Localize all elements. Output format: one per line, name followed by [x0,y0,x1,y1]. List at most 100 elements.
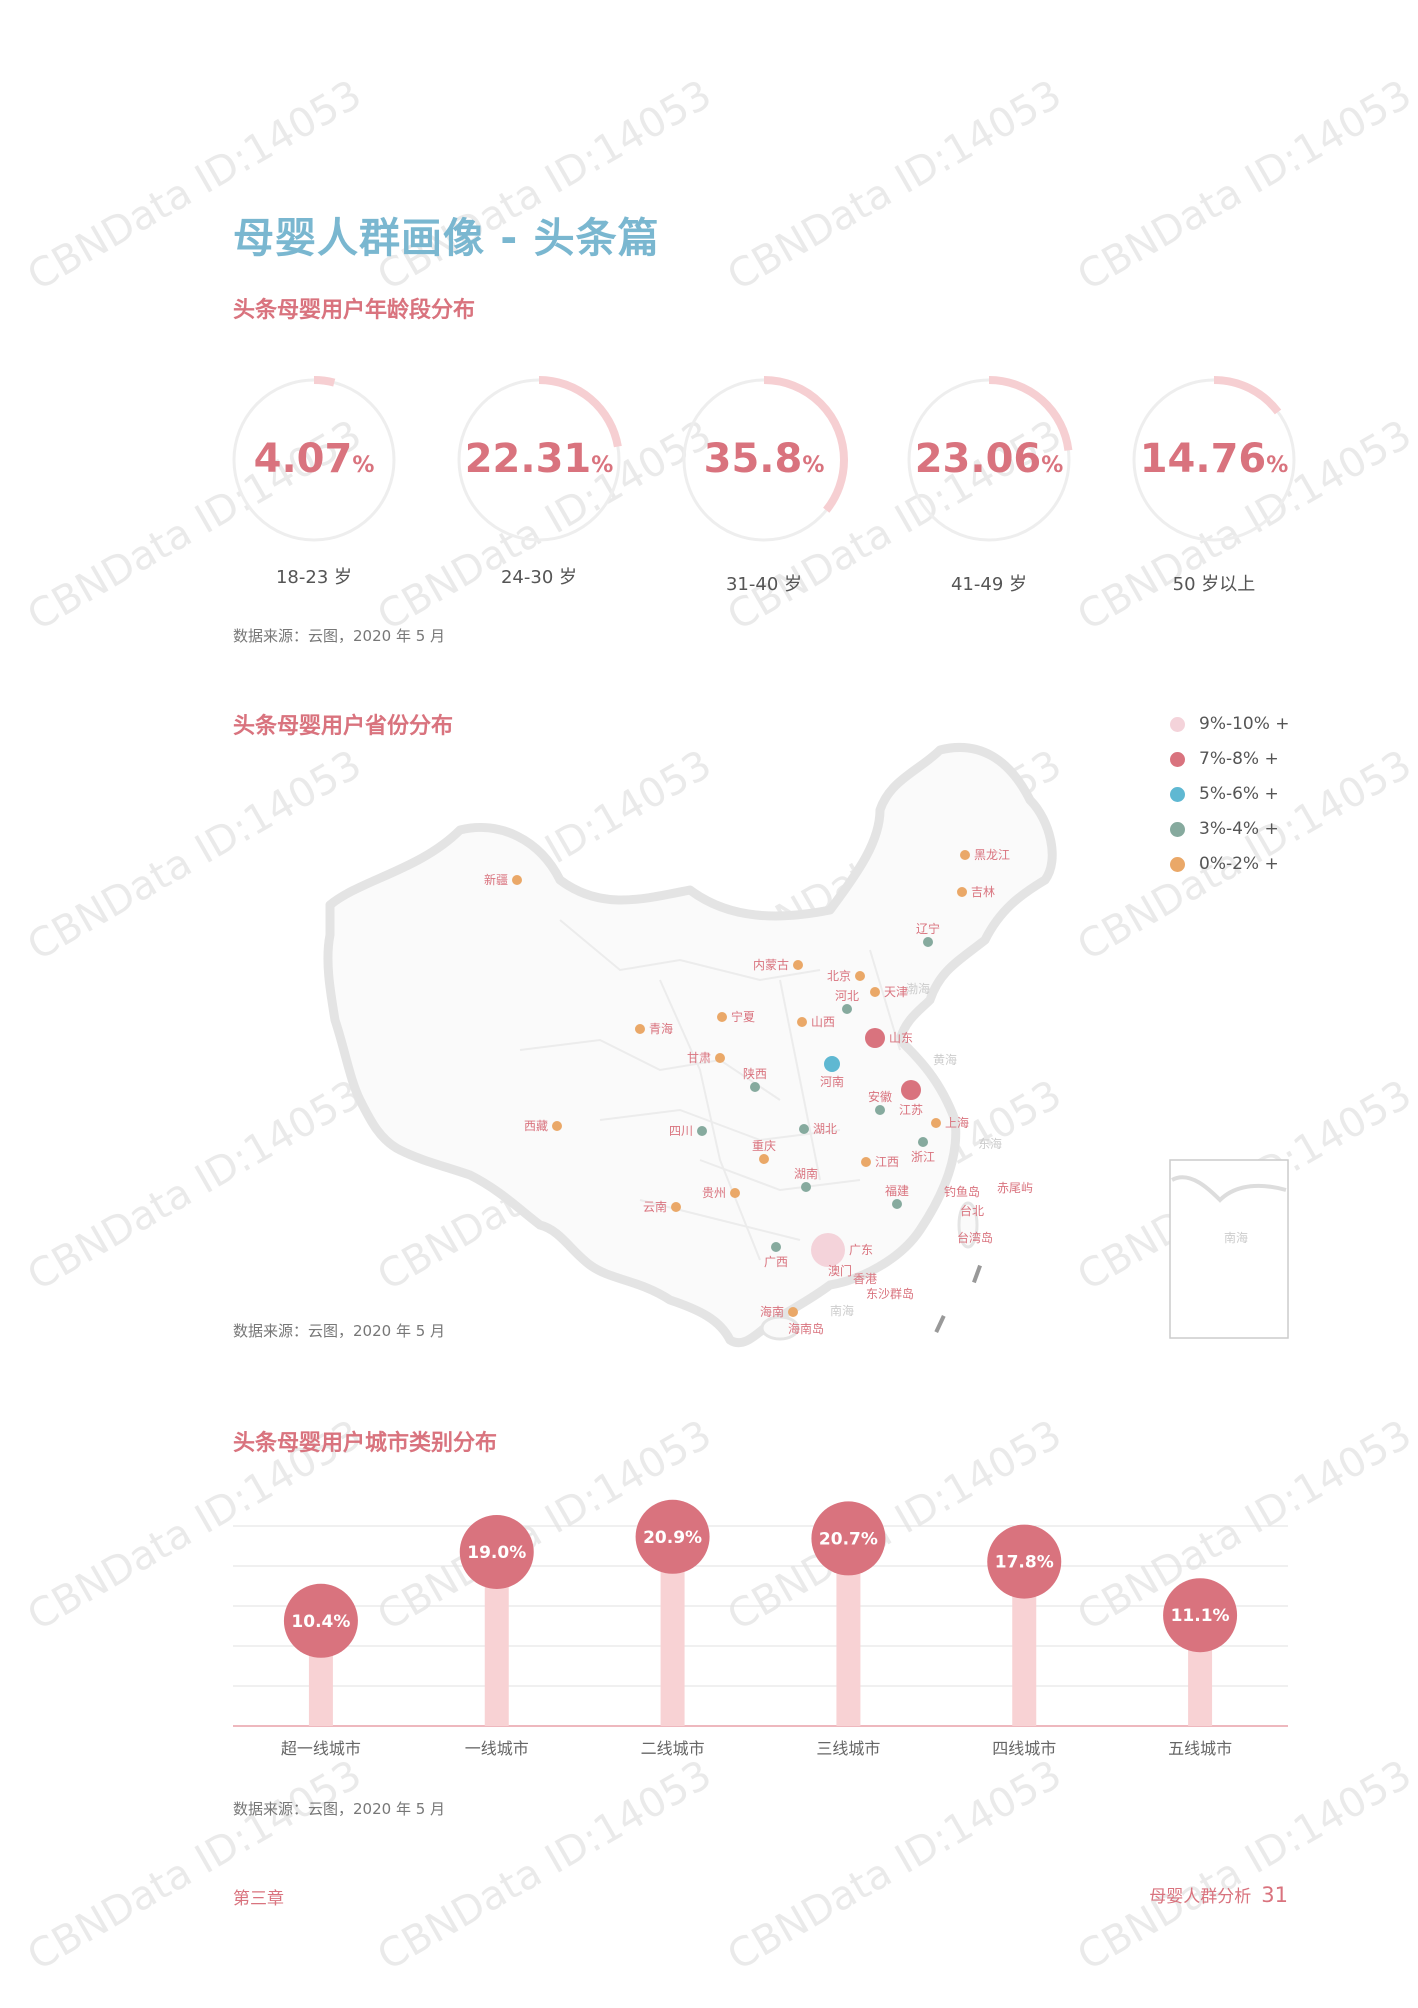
map-region-label: 南海 [830,1303,854,1318]
province-label: 湖南 [794,1166,818,1181]
bar [484,1574,509,1726]
province-label: 广东 [849,1243,873,1257]
china-outline [323,742,1057,1347]
province-label: 山西 [811,1015,835,1029]
age-value-5: 14.76% [1139,436,1289,482]
age-label-4: 41-49 岁 [950,574,1028,595]
province-dot [717,1012,727,1022]
category-label: 三线城市 [816,1739,880,1758]
province-dot [730,1188,740,1198]
province-dot [824,1056,840,1072]
age-label-1: 18-23 岁 [275,567,353,588]
province-label: 青海 [649,1021,673,1036]
province-dot [801,1182,811,1192]
province-label: 海南 [760,1304,784,1319]
province-dot [855,971,865,981]
province-dot [861,1157,871,1167]
watermark-text: CBNData ID:14053 [720,1751,1070,1980]
city-section-title: 头条母婴用户城市类别分布 [233,1431,498,1456]
footer-chapter: 第三章 [233,1889,284,1909]
age-label-2: 24-30 岁 [500,567,578,588]
province-label: 吉林 [971,885,995,899]
province-label: 内蒙古 [753,957,789,972]
dash-line [972,1264,982,1284]
province-label: 重庆 [752,1139,776,1153]
province-dot [799,1124,809,1134]
category-label: 四线城市 [992,1739,1056,1758]
province-label: 江西 [875,1155,899,1169]
province-dot [793,960,803,970]
bar [660,1558,685,1726]
map-region-label: 香港 [853,1272,877,1286]
footer-right: 母婴人群分析 31 [1149,1882,1288,1907]
province-label: 贵州 [702,1186,726,1200]
province-dot [512,875,522,885]
map-region-label: 钓鱼岛 [944,1184,980,1199]
province-dot [870,987,880,997]
map-region-label: 赤尾屿 [997,1181,1033,1195]
province-label: 上海 [945,1115,969,1130]
watermark-text: CBNData ID:14053 [1070,1751,1418,1980]
map-region-label: 东沙群岛 [866,1286,914,1301]
province-label: 浙江 [911,1150,935,1164]
category-label: 二线城市 [641,1739,705,1758]
province-dot [552,1121,562,1131]
province-label: 福建 [885,1183,909,1198]
footer-report: 母婴人群分析 [1149,1887,1252,1907]
province-dot [865,1028,885,1048]
province-label: 黑龙江 [974,848,1010,862]
watermark-text: CBNData ID:14053 [370,1751,720,1980]
province-label: 河北 [835,989,859,1003]
map-region-label: 渤海 [906,981,930,996]
footer-page-number: 31 [1261,1883,1288,1907]
province-label: 四川 [669,1124,693,1138]
age-value-4: 23.06% [914,436,1064,482]
data-label: 11.1% [1171,1606,1230,1626]
category-label: 一线城市 [465,1739,529,1758]
data-label: 17.8% [995,1553,1054,1573]
province-dot [750,1082,760,1092]
province-dot [715,1053,725,1063]
watermark-text: CBNData ID:14053 [20,1751,370,1980]
map-region-label: 东海 [978,1136,1002,1151]
age-value-3: 35.8% [703,436,825,482]
bar [836,1560,861,1726]
dash-line [934,1314,946,1334]
map-region-label: 台湾岛 [957,1230,993,1245]
province-label: 北京 [827,969,851,983]
province-label: 湖北 [813,1121,837,1136]
data-label: 19.0% [467,1543,526,1563]
map-region-label: 澳门 [828,1263,852,1278]
province-dot [788,1307,798,1317]
map-region-label: 台北 [960,1203,984,1218]
age-value-1: 4.07% [253,436,375,482]
city-source: 数据来源：云图，2020 年 5 月 [233,1800,446,1818]
province-dot [671,1202,681,1212]
province-dot [697,1126,707,1136]
map-region-label: 黄海 [933,1052,957,1067]
province-dot [811,1233,845,1267]
province-dot [892,1199,902,1209]
province-dot [797,1017,807,1027]
data-label: 20.7% [819,1529,878,1549]
category-label: 超一线城市 [281,1739,361,1758]
province-dot [635,1024,645,1034]
age-label-5: 50 岁以上 [1172,574,1256,595]
province-dot [771,1242,781,1252]
province-label: 云南 [643,1199,667,1214]
province-label: 广西 [764,1255,788,1269]
map-source: 数据来源：云图，2020 年 5 月 [233,1322,446,1340]
map-region-label: 南海 [1224,1230,1248,1245]
age-label-3: 31-40 岁 [725,574,803,595]
province-dot [759,1154,769,1164]
province-dot [842,1004,852,1014]
china-map: 新疆 黑龙江吉林辽宁内蒙古北京天津 河北青海 宁夏 山西山东甘肃陕西河南安徽江苏上海 西藏… [323,742,1289,1347]
province-label: 天津 [884,985,908,999]
province-label: 西藏 [524,1119,548,1133]
city-chart: 10.4% 超一线城市 19.0% 一线城市 20.9% 二线城市 20.7% 三线城市 17.… [233,1499,1288,1758]
age-rings-svg [230,376,1298,544]
data-label: 20.9% [643,1528,702,1548]
category-label: 五线城市 [1168,1739,1232,1758]
province-label: 江苏 [899,1103,923,1117]
province-label: 新疆 [484,872,508,887]
